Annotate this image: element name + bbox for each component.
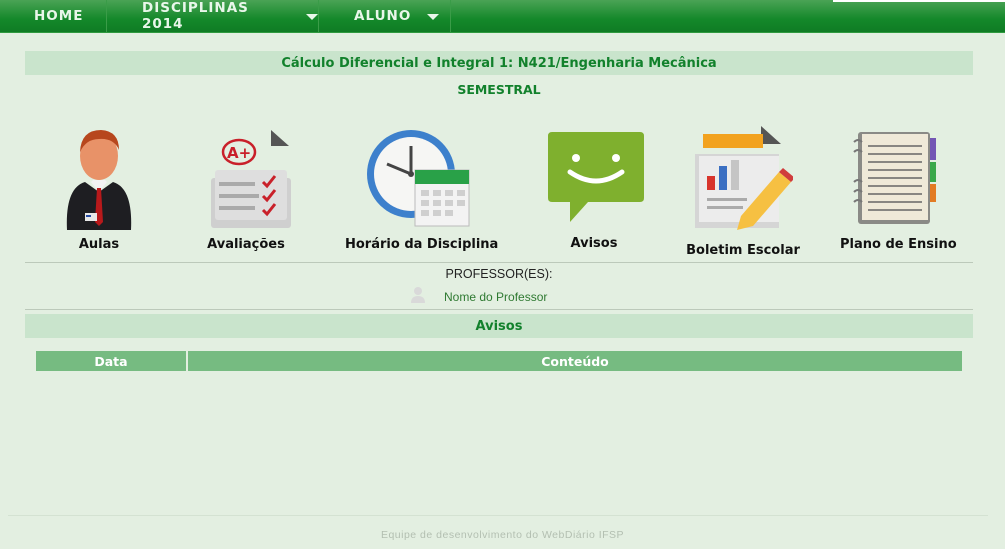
nav-home[interactable]: HOME bbox=[0, 0, 107, 32]
footer-credit: Equipe de desenvolvimento do WebDiário I… bbox=[380, 529, 625, 541]
course-period: SEMESTRAL bbox=[457, 82, 541, 97]
course-title: Cálculo Diferencial e Integral 1: N421/E… bbox=[281, 55, 717, 71]
tile-horario[interactable]: Horário da Disciplina bbox=[345, 126, 499, 256]
tile-avaliacoes[interactable]: A+ Avaliações bbox=[196, 126, 296, 256]
tile-avaliacoes-label: Avaliações bbox=[207, 237, 285, 252]
divider bbox=[25, 309, 973, 310]
tile-aulas-label: Aulas bbox=[78, 237, 120, 252]
tile-avisos-label: Avisos bbox=[570, 236, 618, 251]
avisos-table-header: Data Conteúdo bbox=[36, 351, 962, 371]
tile-horario-label: Horário da Disciplina bbox=[345, 237, 499, 252]
tile-boletim-label: Boletim Escolar bbox=[686, 243, 800, 258]
teacher-icon bbox=[66, 130, 132, 230]
nav-aluno[interactable]: ALUNO bbox=[319, 0, 451, 32]
svg-text:A+: A+ bbox=[227, 144, 251, 162]
tile-aulas[interactable]: Aulas bbox=[49, 126, 149, 256]
divider bbox=[25, 262, 973, 263]
course-title-bar: Cálculo Diferencial e Integral 1: N421/E… bbox=[25, 51, 973, 75]
chat-smile-icon bbox=[548, 132, 644, 222]
column-header-data: Data bbox=[36, 351, 186, 371]
avisos-section-title: Avisos bbox=[25, 314, 973, 338]
notebook-icon bbox=[853, 132, 936, 224]
clock-calendar-icon bbox=[367, 130, 470, 227]
tile-plano[interactable]: Plano de Ensino bbox=[840, 126, 957, 256]
top-nav: HOME DISCIPLINAS 2014 ALUNO bbox=[0, 0, 1005, 33]
nav-home-label: HOME bbox=[34, 8, 84, 24]
professor-heading: PROFESSOR(ES): bbox=[445, 267, 553, 281]
tile-boletim[interactable]: Boletim Escolar bbox=[685, 126, 801, 261]
nav-disciplinas[interactable]: DISCIPLINAS 2014 bbox=[107, 0, 319, 32]
tile-avisos[interactable]: Avisos bbox=[544, 126, 644, 256]
report-card-icon bbox=[695, 126, 793, 230]
grade-checklist-icon: A+ bbox=[211, 130, 291, 228]
footer-divider bbox=[8, 515, 988, 516]
nav-disciplinas-label: DISCIPLINAS 2014 bbox=[142, 0, 249, 32]
nav-edge-strip bbox=[833, 0, 1005, 2]
avisos-section-label: Avisos bbox=[475, 318, 523, 334]
column-header-conteudo: Conteúdo bbox=[188, 351, 962, 371]
nav-aluno-label: ALUNO bbox=[354, 8, 412, 24]
professor-name: Nome do Professor bbox=[444, 290, 548, 304]
user-icon bbox=[411, 287, 425, 303]
chevron-down-icon bbox=[427, 14, 440, 20]
tile-plano-label: Plano de Ensino bbox=[840, 237, 957, 252]
chevron-down-icon bbox=[306, 14, 318, 20]
